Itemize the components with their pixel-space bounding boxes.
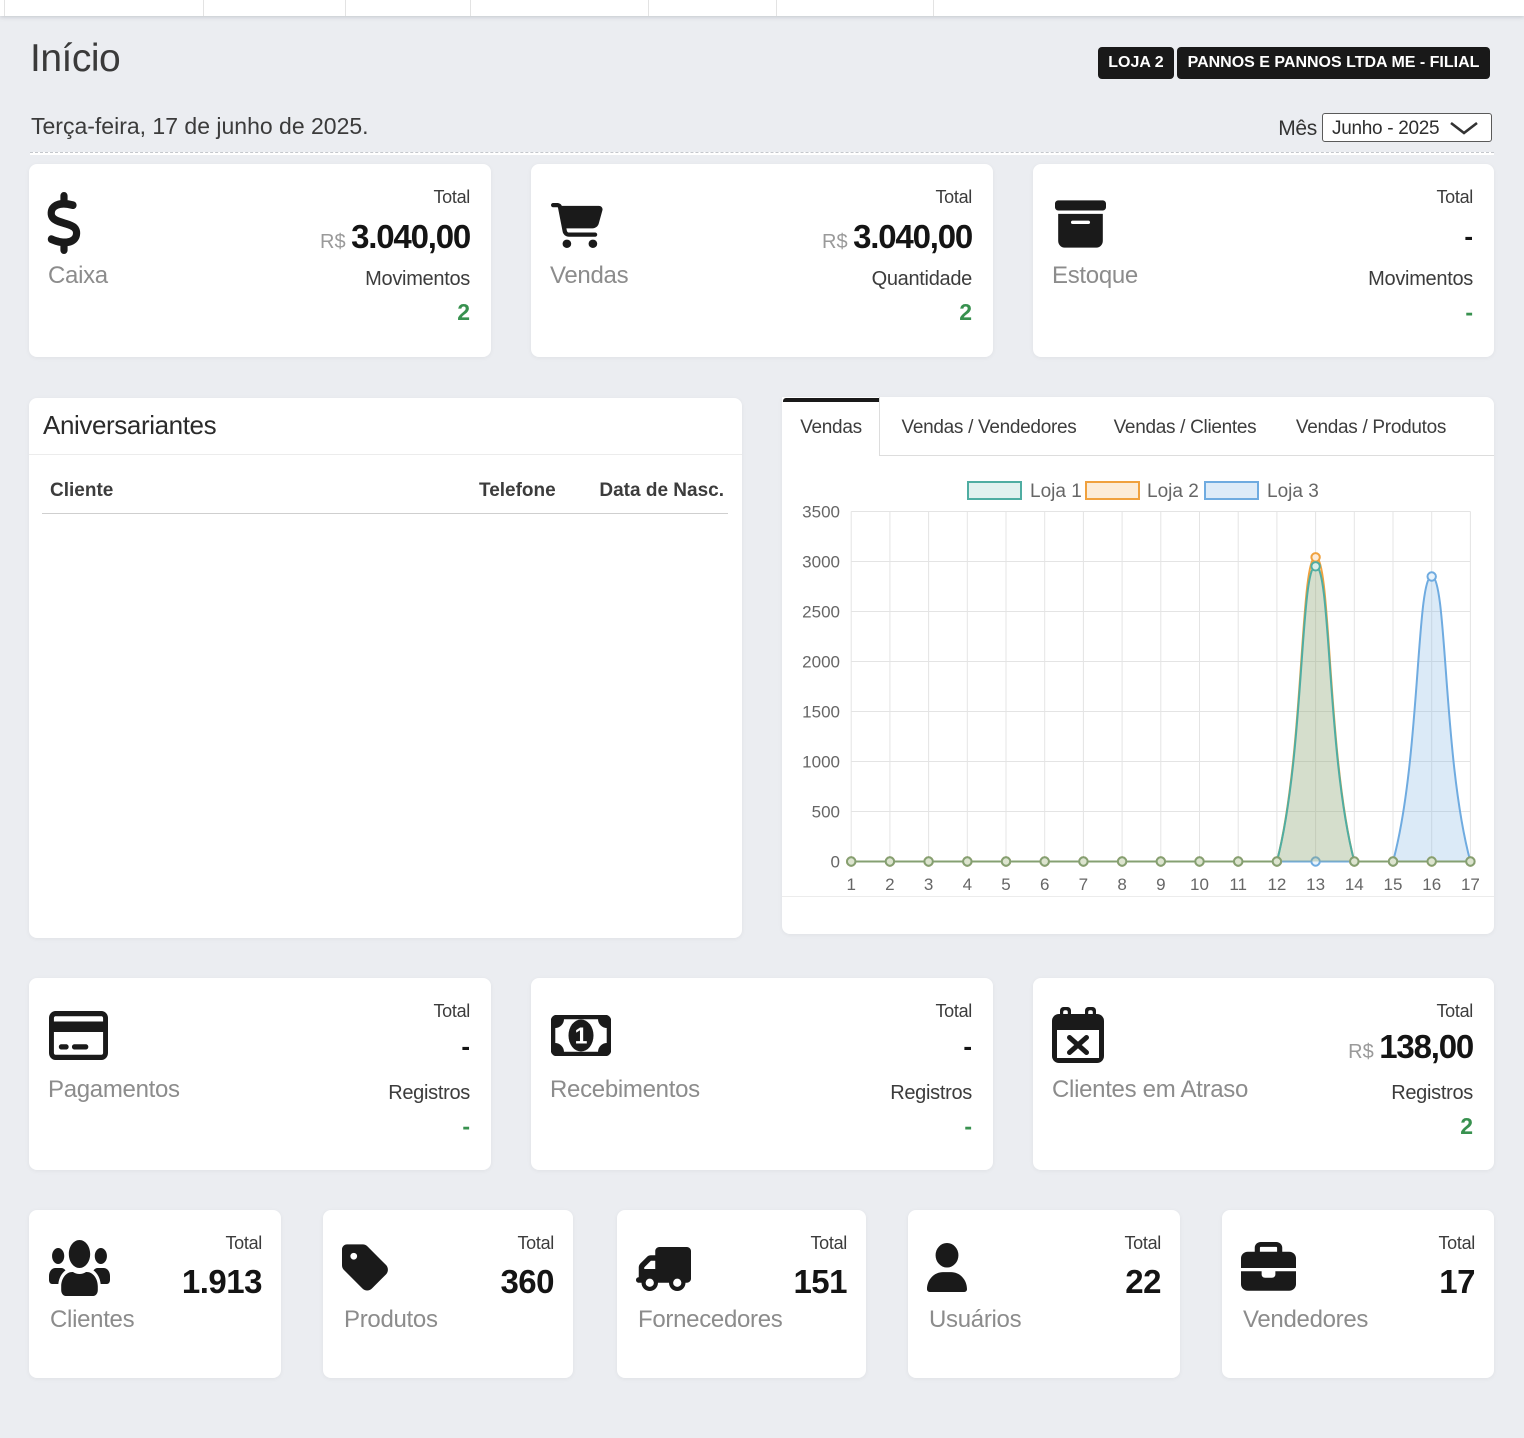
svg-text:6: 6	[1040, 875, 1049, 894]
svg-text:Loja 2: Loja 2	[1147, 481, 1199, 502]
svg-text:11: 11	[1229, 875, 1247, 894]
svg-text:15: 15	[1384, 875, 1403, 894]
svg-text:2: 2	[885, 875, 894, 894]
svg-text:13: 13	[1306, 875, 1325, 894]
svg-text:1: 1	[846, 875, 855, 894]
svg-text:3: 3	[924, 875, 933, 894]
svg-text:12: 12	[1267, 875, 1286, 894]
svg-text:4: 4	[963, 875, 972, 894]
svg-text:10: 10	[1190, 875, 1209, 894]
svg-text:7: 7	[1079, 875, 1088, 894]
svg-text:14: 14	[1345, 875, 1364, 894]
svg-text:2000: 2000	[802, 653, 840, 672]
svg-text:17: 17	[1461, 875, 1480, 894]
svg-text:500: 500	[812, 803, 840, 822]
svg-text:Loja 1: Loja 1	[1030, 481, 1082, 502]
svg-text:3500: 3500	[802, 503, 840, 522]
svg-text:5: 5	[1001, 875, 1010, 894]
svg-text:8: 8	[1117, 875, 1126, 894]
svg-text:2500: 2500	[802, 603, 840, 622]
svg-text:1000: 1000	[802, 753, 840, 772]
svg-text:1: 1	[575, 1023, 588, 1049]
svg-text:9: 9	[1156, 875, 1165, 894]
svg-text:3000: 3000	[802, 553, 840, 572]
svg-text:0: 0	[831, 853, 840, 872]
svg-text:Loja 3: Loja 3	[1267, 481, 1319, 502]
svg-text:16: 16	[1422, 875, 1441, 894]
svg-text:1500: 1500	[802, 703, 840, 722]
